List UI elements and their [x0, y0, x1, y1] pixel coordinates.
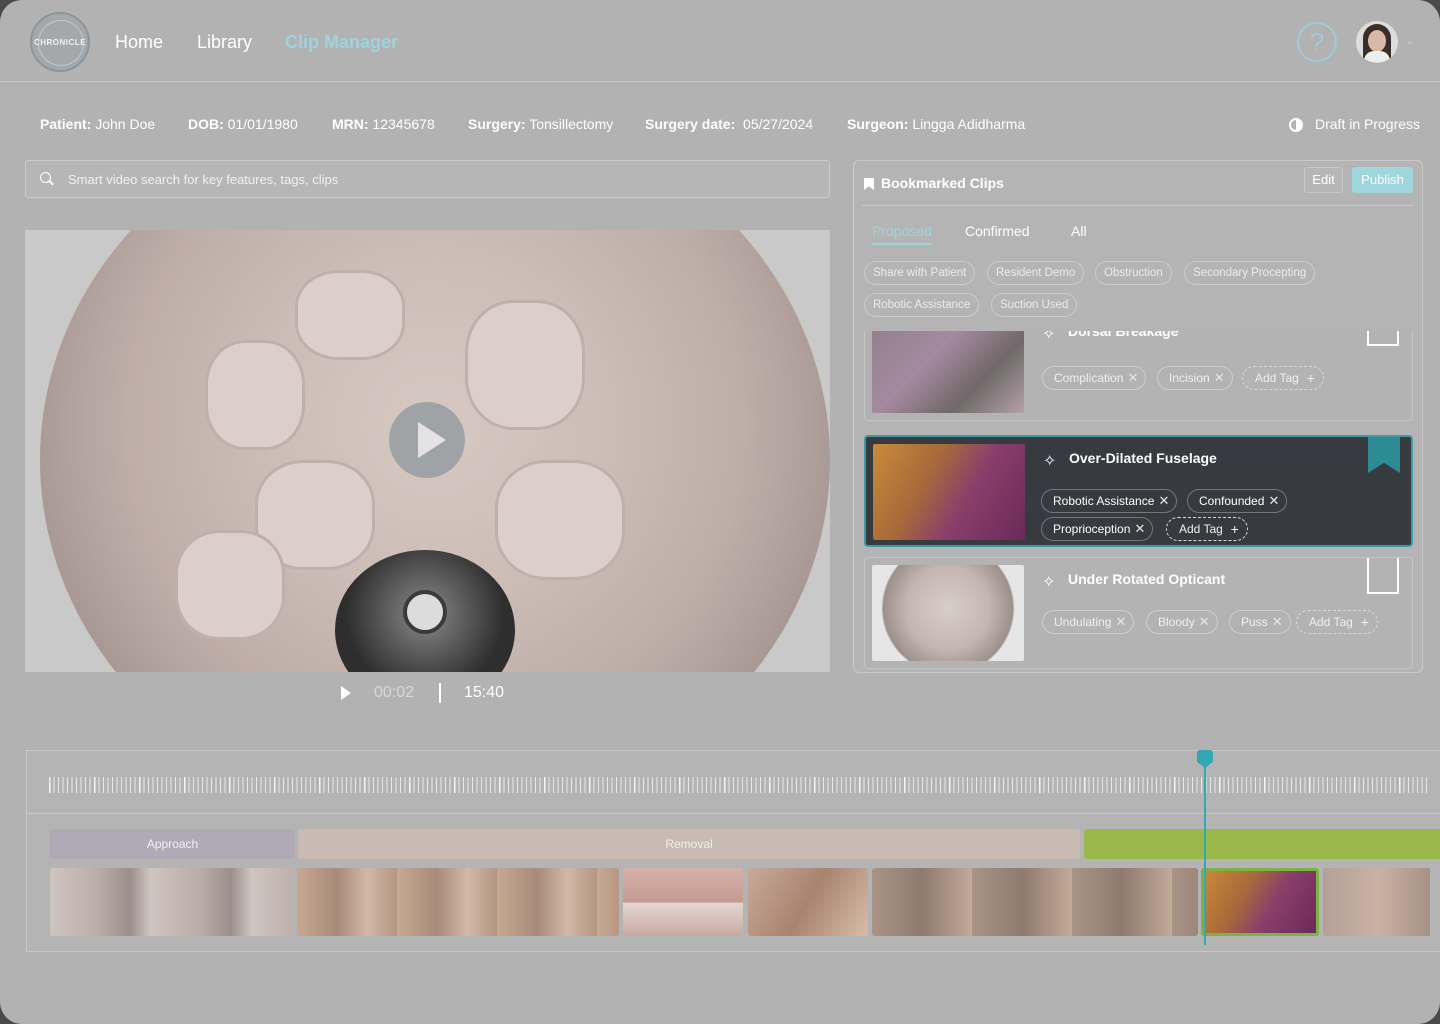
filter-chip[interactable]: Obstruction [1095, 261, 1172, 285]
frame-thumbnail-selected[interactable] [1201, 868, 1319, 936]
timeline-panel: Approach Removal [26, 750, 1440, 952]
publish-button[interactable]: Publish [1352, 167, 1413, 193]
chronicle-logo[interactable]: CHRONICLE [30, 12, 90, 72]
clip-tag[interactable]: Proprioception ✕ [1041, 517, 1154, 541]
bookmark-outline-icon[interactable] [1367, 558, 1399, 594]
app-window: CHRONICLE Home Library Clip Manager ? ⌄ … [0, 0, 1440, 1024]
remove-tag-icon: ✕ [1115, 614, 1127, 629]
clip-tag[interactable]: Confounded ✕ [1187, 489, 1288, 513]
plus-icon: + [1306, 370, 1315, 386]
clip-tag[interactable]: Robotic Assistance ✕ [1041, 489, 1178, 513]
plus-icon: + [1360, 614, 1369, 630]
sparkle-icon: ✧ [1042, 574, 1056, 591]
bookmark-filled-icon[interactable] [1368, 437, 1400, 473]
search-input[interactable] [68, 161, 808, 197]
video-player[interactable] [25, 230, 830, 672]
edit-button[interactable]: Edit [1304, 167, 1343, 193]
surgeon: Surgeon: Lingga Adidharma [847, 116, 1026, 132]
tab-proposed[interactable]: Proposed [872, 223, 932, 245]
frame-thumbnail[interactable] [748, 868, 868, 936]
add-tag-button[interactable]: Add Tag + [1242, 366, 1324, 390]
clip-thumbnail [873, 444, 1025, 540]
remove-tag-icon: ✕ [1271, 614, 1283, 629]
clip-title: Under Rotated Opticant [1068, 571, 1226, 587]
draft-status-text: Draft in Progress [1315, 116, 1421, 132]
nav-clip-manager[interactable]: Clip Manager [285, 32, 398, 53]
clip-tag[interactable]: Incision ✕ [1157, 366, 1233, 390]
sparkle-icon: ✧ [1043, 453, 1057, 470]
clip-title: Dorsal Breakage [1068, 331, 1179, 339]
filter-chip[interactable]: Robotic Assistance [864, 293, 980, 317]
surgery-type: Surgery: Tonsillectomy [468, 116, 614, 132]
clip-tag[interactable]: Complication ✕ [1042, 366, 1147, 390]
remove-tag-icon: ✕ [1198, 614, 1210, 629]
remove-tag-icon: ✕ [1127, 370, 1139, 385]
timeline-major-ticks [49, 777, 1429, 793]
patient-mrn: MRN: 12345678 [332, 116, 435, 132]
thumbnail-strip [50, 868, 1430, 938]
filter-chip[interactable]: Suction Used [991, 293, 1078, 317]
filter-chip[interactable]: Share with Patient [864, 261, 976, 285]
frame-thumbnail[interactable] [1323, 868, 1430, 936]
add-tag-button[interactable]: Add Tag + [1296, 610, 1378, 634]
nav-home[interactable]: Home [115, 32, 163, 53]
nav-library[interactable]: Library [197, 32, 252, 53]
clip-thumbnail [872, 331, 1024, 413]
phase-closure[interactable] [1084, 829, 1440, 859]
clip-card[interactable]: ✧ Under Rotated Opticant Undulating ✕ Blo… [864, 557, 1413, 669]
time-divider [439, 683, 441, 703]
total-time: 15:40 [464, 684, 505, 701]
add-tag-button[interactable]: Add Tag + [1166, 517, 1248, 541]
frame-thumbnail[interactable] [50, 868, 293, 936]
frame-thumbnail[interactable] [872, 868, 1198, 936]
top-navigation-bar: CHRONICLE Home Library Clip Manager ? ⌄ [0, 0, 1440, 82]
clip-card-selected[interactable]: ✧ Over-Dilated Fuselage Robotic Assistan… [864, 435, 1413, 547]
tab-all[interactable]: All [1071, 223, 1087, 239]
remove-tag-icon: ✕ [1213, 370, 1225, 385]
bookmark-icon [864, 178, 874, 190]
patient-name: Patient: John Doe [40, 116, 156, 132]
clip-tag[interactable]: Bloody ✕ [1146, 610, 1218, 634]
sparkle-icon: ✧ [1042, 331, 1056, 343]
draft-status-icon [1289, 118, 1303, 132]
bookmarked-clips-panel: Bookmarked Clips Edit Publish Proposed C… [853, 160, 1423, 673]
patient-dob: DOB: 01/01/1980 [188, 116, 298, 132]
frame-thumbnail[interactable] [297, 868, 619, 936]
filter-chip[interactable]: Secondary Procepting [1184, 261, 1316, 285]
current-time: 00:02 [374, 684, 415, 701]
remove-tag-icon: ✕ [1268, 493, 1280, 508]
panel-header: Bookmarked Clips Edit Publish [854, 161, 1422, 205]
plus-icon: + [1230, 521, 1239, 537]
playhead-line [1204, 755, 1206, 945]
tab-confirmed[interactable]: Confirmed [965, 223, 1030, 239]
clip-thumbnail [872, 565, 1024, 661]
play-overlay-icon[interactable] [389, 402, 465, 478]
bookmark-outline-icon[interactable] [1367, 331, 1399, 346]
phase-removal[interactable]: Removal [298, 829, 1080, 859]
remove-tag-icon: ✕ [1158, 493, 1170, 508]
smart-search-bar [25, 160, 830, 198]
clip-card[interactable]: ✧ Dorsal Breakage Complication ✕ Incision… [864, 331, 1413, 421]
clip-tag[interactable]: Undulating ✕ [1042, 610, 1135, 634]
search-icon [40, 172, 51, 183]
filter-chip[interactable]: Resident Demo [987, 261, 1085, 285]
clip-list: ✧ Dorsal Breakage Complication ✕ Incision… [862, 331, 1414, 671]
phase-approach[interactable]: Approach [50, 829, 295, 859]
clip-tag[interactable]: Puss ✕ [1229, 610, 1291, 634]
user-avatar[interactable] [1356, 21, 1398, 63]
chevron-down-icon[interactable]: ⌄ [1405, 34, 1414, 47]
panel-title: Bookmarked Clips [881, 175, 1004, 191]
play-icon[interactable] [341, 686, 351, 700]
remove-tag-icon: ✕ [1134, 521, 1146, 536]
frame-thumbnail[interactable] [623, 868, 743, 936]
clip-title: Over-Dilated Fuselage [1069, 450, 1217, 466]
help-icon[interactable]: ? [1297, 22, 1337, 62]
surgery-date: Surgery date: 05/27/2024 [645, 116, 814, 132]
